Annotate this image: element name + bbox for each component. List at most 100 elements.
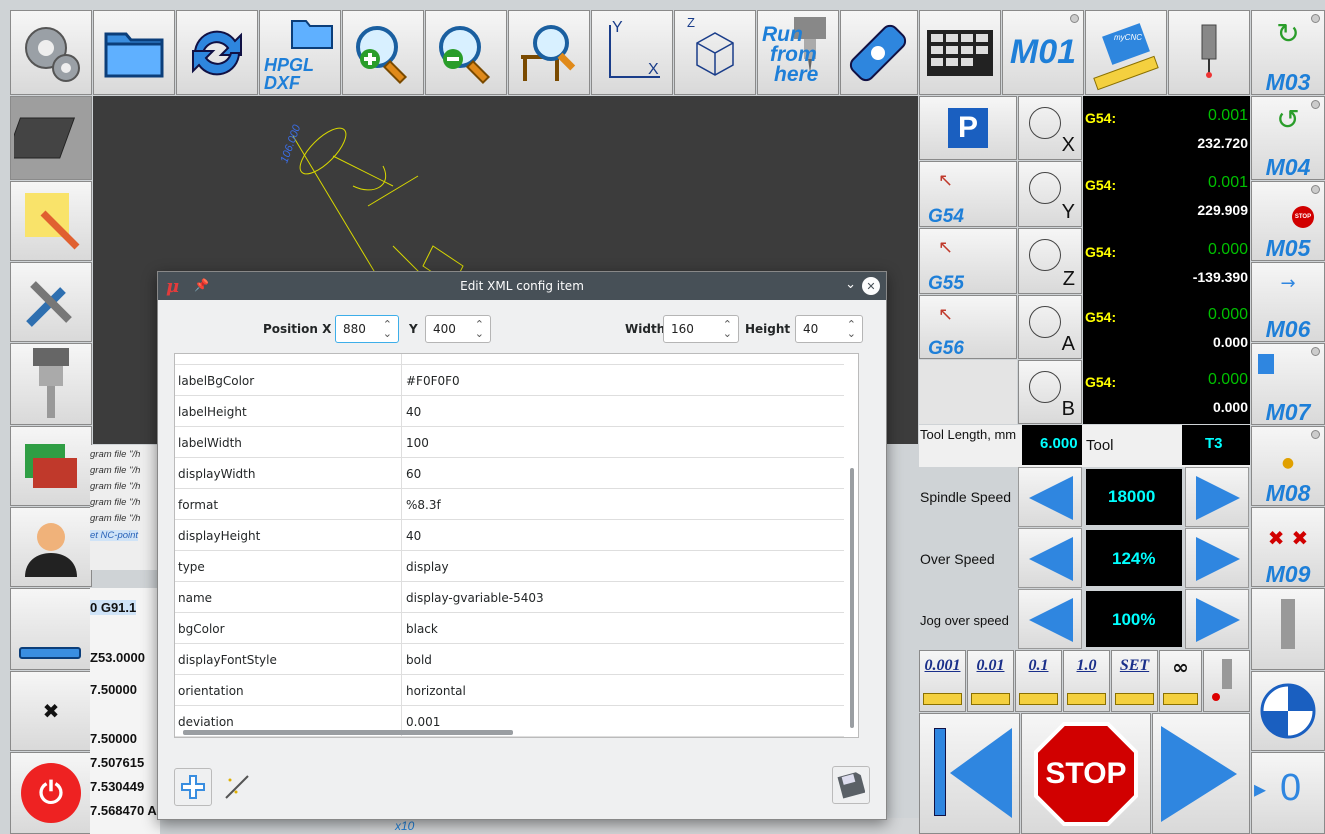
spin-arrows-icon[interactable]: ⌃ ⌄ bbox=[475, 319, 484, 339]
m09-button[interactable]: ✖ ✖ M09 bbox=[1251, 507, 1325, 587]
power-button[interactable]: ⏻ bbox=[10, 752, 92, 834]
over-speed-increase[interactable] bbox=[1185, 528, 1249, 588]
zoom-in-button[interactable] bbox=[342, 10, 424, 95]
g54-button[interactable]: ↖ G54 bbox=[919, 161, 1017, 227]
m05-button[interactable]: STOP M05 bbox=[1251, 181, 1325, 261]
spindle-speed-increase[interactable] bbox=[1185, 467, 1249, 527]
property-value[interactable]: display bbox=[406, 560, 449, 574]
go-home-button[interactable]: ▸ 0 bbox=[1251, 752, 1325, 834]
notes-button[interactable] bbox=[10, 181, 92, 261]
zoom-out-button[interactable] bbox=[425, 10, 507, 95]
add-item-button[interactable] bbox=[174, 768, 212, 806]
run-from-here-button[interactable]: Run from here bbox=[757, 10, 839, 95]
spindle-speed-decrease[interactable] bbox=[1018, 467, 1082, 527]
pin-icon[interactable]: 📌 bbox=[194, 278, 209, 292]
table-row[interactable] bbox=[175, 354, 844, 365]
vertical-scrollbar[interactable] bbox=[848, 358, 856, 728]
probe-button[interactable] bbox=[1168, 10, 1250, 95]
property-value[interactable]: display-gvariable-5403 bbox=[406, 591, 544, 605]
pendant-button[interactable] bbox=[840, 10, 918, 95]
zero-b-button[interactable]: B bbox=[1018, 360, 1082, 424]
property-value[interactable]: horizontal bbox=[406, 684, 466, 698]
save-button[interactable] bbox=[832, 766, 870, 804]
step-1-button[interactable]: 1.0 bbox=[1063, 650, 1110, 712]
park-button[interactable]: P bbox=[919, 96, 1017, 160]
property-value[interactable]: #F0F0F0 bbox=[406, 374, 460, 388]
controller-button[interactable] bbox=[10, 96, 92, 180]
user-button[interactable] bbox=[10, 507, 92, 587]
rewind-button[interactable] bbox=[919, 713, 1020, 834]
property-value[interactable]: 40 bbox=[406, 405, 421, 419]
keyboard-button[interactable] bbox=[919, 10, 1001, 95]
jog-speed-decrease[interactable] bbox=[1018, 589, 1082, 649]
table-row[interactable]: orientation horizontal bbox=[175, 675, 844, 706]
m08-button[interactable]: ● M08 bbox=[1251, 426, 1325, 506]
mycnc-button[interactable]: myCNC bbox=[1085, 10, 1167, 95]
reload-button[interactable] bbox=[176, 10, 258, 95]
table-row[interactable]: type display bbox=[175, 551, 844, 582]
close-window-button[interactable]: ✖ bbox=[10, 671, 92, 751]
start-button[interactable] bbox=[1152, 713, 1250, 834]
position-x-input[interactable]: 880 ⌃ ⌄ bbox=[335, 315, 399, 343]
magic-wand-button[interactable] bbox=[218, 768, 256, 806]
open-file-button[interactable] bbox=[93, 10, 175, 95]
step-continuous-button[interactable]: ∞ bbox=[1159, 650, 1202, 712]
close-icon[interactable]: ✕ bbox=[862, 277, 880, 295]
property-value[interactable]: %8.3f bbox=[406, 498, 441, 512]
spin-arrows-icon[interactable]: ⌃ ⌄ bbox=[383, 319, 392, 339]
table-row[interactable]: format %8.3f bbox=[175, 489, 844, 520]
zero-x-button[interactable]: X bbox=[1018, 96, 1082, 160]
spin-arrows-icon[interactable]: ⌃ ⌄ bbox=[847, 319, 856, 339]
width-input[interactable]: 160 ⌃ ⌄ bbox=[663, 315, 739, 343]
spindle-button[interactable] bbox=[10, 343, 92, 425]
g56-button[interactable]: ↖ G56 bbox=[919, 295, 1017, 359]
table-row[interactable]: displayWidth 60 bbox=[175, 458, 844, 489]
zero-y-button[interactable]: Y bbox=[1018, 161, 1082, 227]
view-3d-button[interactable]: Z bbox=[674, 10, 756, 95]
over-speed-decrease[interactable] bbox=[1018, 528, 1082, 588]
zero-a-button[interactable]: A bbox=[1018, 295, 1082, 359]
dialog-titlebar[interactable]: μ 📌 Edit XML config item ⌄ ✕ bbox=[158, 272, 886, 300]
property-value[interactable]: 100 bbox=[406, 436, 429, 450]
minimize-button[interactable] bbox=[10, 588, 92, 670]
m07-button[interactable]: M07 bbox=[1251, 343, 1325, 425]
m04-button[interactable]: ↺ M04 bbox=[1251, 96, 1325, 180]
settings-button[interactable] bbox=[10, 10, 92, 95]
table-row[interactable]: displayFontStyle bold bbox=[175, 644, 844, 675]
step-0001-button[interactable]: 0.001 bbox=[919, 650, 966, 712]
chevron-down-icon[interactable]: ⌄ bbox=[845, 277, 856, 292]
go-to-zero-button[interactable] bbox=[1251, 671, 1325, 751]
stop-button[interactable]: STOP bbox=[1021, 713, 1151, 834]
step-01-button[interactable]: 0.1 bbox=[1015, 650, 1062, 712]
table-row[interactable]: labelHeight 40 bbox=[175, 396, 844, 427]
m01-button[interactable]: M01 bbox=[1002, 10, 1084, 95]
table-row[interactable]: labelBgColor #F0F0F0 bbox=[175, 365, 844, 396]
table-row[interactable]: labelWidth 100 bbox=[175, 427, 844, 458]
import-hpgl-dxf-button[interactable]: HPGL DXF bbox=[259, 10, 341, 95]
tool-measure-button[interactable] bbox=[1203, 650, 1250, 712]
manual-button[interactable] bbox=[10, 426, 92, 506]
spin-arrows-icon[interactable]: ⌃ ⌄ bbox=[723, 319, 732, 339]
table-row[interactable]: displayHeight 40 bbox=[175, 520, 844, 551]
m06-button[interactable]: → M06 bbox=[1251, 262, 1325, 342]
position-y-input[interactable]: 400 ⌃ ⌄ bbox=[425, 315, 491, 343]
jog-speed-increase[interactable] bbox=[1185, 589, 1249, 649]
tool-length-measure-button[interactable] bbox=[1251, 588, 1325, 670]
scrollbar-thumb[interactable] bbox=[850, 468, 854, 728]
property-value[interactable]: bold bbox=[406, 653, 432, 667]
step-set-button[interactable]: SET bbox=[1111, 650, 1158, 712]
view-xy-button[interactable]: Y X bbox=[591, 10, 673, 95]
property-value[interactable]: 0.001 bbox=[406, 715, 440, 729]
horizontal-scrollbar[interactable] bbox=[183, 730, 513, 735]
property-value[interactable]: black bbox=[406, 622, 438, 636]
m03-button[interactable]: ↻ M03 bbox=[1251, 10, 1325, 95]
property-value[interactable]: 40 bbox=[406, 529, 421, 543]
step-001-button[interactable]: 0.01 bbox=[967, 650, 1014, 712]
table-row[interactable]: bgColor black bbox=[175, 613, 844, 644]
tools-button[interactable] bbox=[10, 262, 92, 342]
table-row[interactable]: name display-gvariable-5403 bbox=[175, 582, 844, 613]
zoom-table-button[interactable] bbox=[508, 10, 590, 95]
g55-button[interactable]: ↖ G55 bbox=[919, 228, 1017, 294]
zero-z-button[interactable]: Z bbox=[1018, 228, 1082, 294]
property-value[interactable]: 60 bbox=[406, 467, 421, 481]
